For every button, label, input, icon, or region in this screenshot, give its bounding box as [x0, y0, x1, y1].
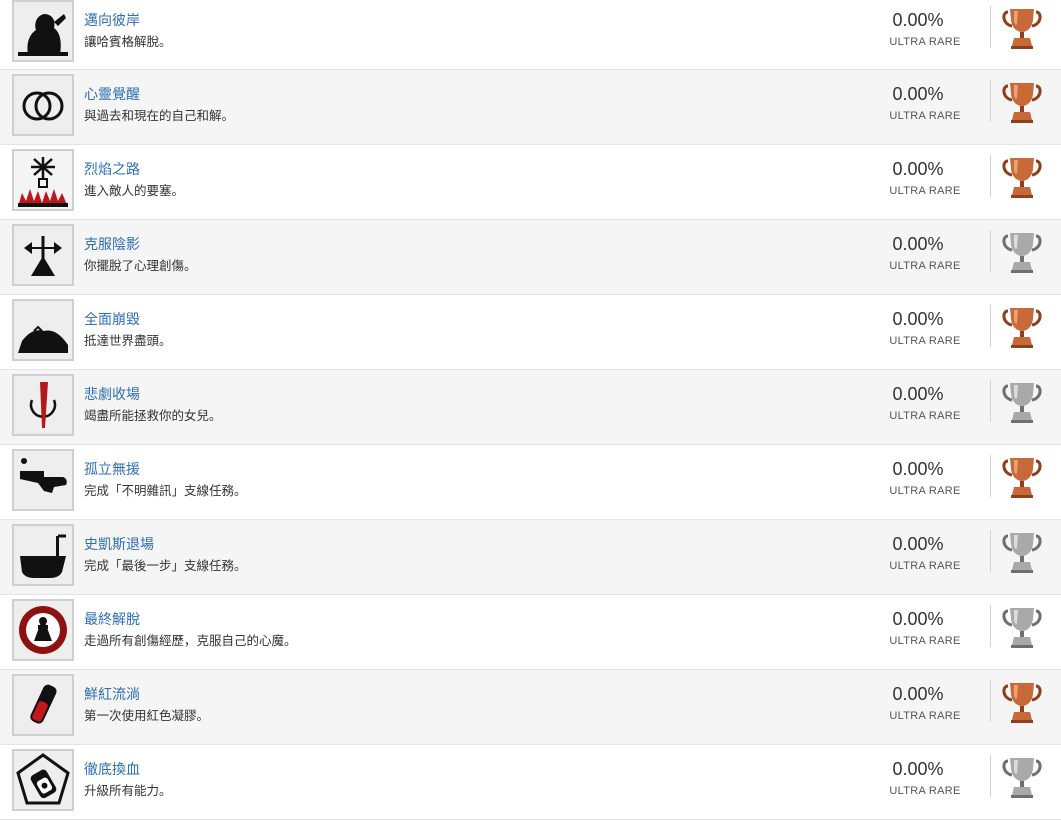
earned-percentage: 0.00%: [892, 459, 944, 479]
earned-percentage: 0.00%: [892, 609, 944, 629]
trophy-row: 鮮紅流淌第一次使用紅色凝膠。 0.00% ULTRA RARE: [0, 670, 1061, 745]
trophy-title-link[interactable]: 悲劇收場: [84, 384, 140, 404]
bronze-trophy-icon: [1002, 6, 1042, 50]
trophy-list: 邁向彼岸 讓哈賓格解脫。 0.00% ULTRA RARE 心靈覺醒 與過去和現在的自己和…: [0, 0, 1061, 820]
bathtub-icon: [12, 524, 74, 586]
silver-trophy-icon: [1002, 605, 1042, 649]
divider: [990, 755, 991, 797]
silhouette-icon: [12, 0, 74, 62]
pentagon-vial-icon: [12, 749, 74, 811]
trophy-title-link[interactable]: 史凱斯退場: [84, 534, 154, 554]
earned-percentage: 0.00%: [892, 309, 944, 329]
wire-pole-icon: [12, 224, 74, 286]
divider: [990, 380, 991, 422]
trophy-title-link[interactable]: 烈焰之路: [84, 159, 140, 179]
bronze-trophy-icon: [1002, 155, 1042, 199]
hill-icon: [12, 299, 74, 361]
earned-percentage: 0.00%: [892, 759, 944, 779]
earned-percentage: 0.00%: [892, 384, 944, 404]
earned-percentage: 0.00%: [892, 234, 944, 254]
trophy-description: 升級所有能力。: [84, 783, 172, 798]
trophy-row: 心靈覺醒與過去和現在的自己和解。 0.00% ULTRA RARE: [0, 70, 1061, 145]
red-emblem-icon: [12, 599, 74, 661]
trophy-row: 孤立無援完成「不明雜訊」支線任務。 0.00% ULTRA RARE: [0, 445, 1061, 520]
trophy-title-link[interactable]: 孤立無援: [84, 459, 140, 479]
divider: [990, 455, 991, 497]
trophy-title-link[interactable]: 心靈覺醒: [84, 84, 140, 104]
divider: [990, 605, 991, 647]
rarity-label: ULTRA RARE: [889, 785, 961, 797]
divider: [990, 530, 991, 572]
divider: [990, 80, 991, 122]
earned-percentage: 0.00%: [892, 534, 944, 554]
trophy-description: 完成「不明雜訊」支線任務。: [84, 483, 247, 498]
rarity-label: ULTRA RARE: [889, 110, 961, 122]
trophy-description: 進入敵人的要塞。: [84, 183, 185, 198]
flame-tree-icon: [12, 149, 74, 211]
silver-trophy-icon: [1002, 230, 1042, 274]
bronze-trophy-icon: [1002, 80, 1042, 124]
divider: [990, 680, 991, 722]
trophy-row: 史凱斯退場完成「最後一步」支線任務。 0.00% ULTRA RARE: [0, 520, 1061, 595]
trophy-row: 全面崩毀抵達世界盡頭。 0.00% ULTRA RARE: [0, 295, 1061, 370]
red-gel-vial-icon: [12, 674, 74, 736]
trophy-row: 最終解脫走過所有創傷經歷，克服自己的心魔。 0.00% ULTRA RARE: [0, 595, 1061, 670]
divider: [990, 230, 991, 272]
silver-trophy-icon: [1002, 755, 1042, 799]
trophy-title-link[interactable]: 鮮紅流淌: [84, 684, 140, 704]
bronze-trophy-icon: [1002, 455, 1042, 499]
rarity-label: ULTRA RARE: [889, 710, 961, 722]
trophy-row: 邁向彼岸讓哈賓格解脫。 0.00% ULTRA RARE: [0, 0, 1061, 70]
divider: [990, 6, 991, 48]
bronze-trophy-icon: [1002, 680, 1042, 724]
trophy-description: 完成「最後一步」支線任務。: [84, 558, 247, 573]
trophy-row: 克服陰影你擺脫了心理創傷。 0.00% ULTRA RARE: [0, 220, 1061, 295]
trophy-description: 你擺脫了心理創傷。: [84, 258, 197, 273]
trophy-description: 竭盡所能拯救你的女兒。: [84, 408, 222, 423]
earned-percentage: 0.00%: [892, 84, 944, 104]
earned-percentage: 0.00%: [892, 159, 944, 179]
trophy-description: 第一次使用紅色凝膠。: [84, 708, 210, 723]
trophy-description: 走過所有創傷經歷，克服自己的心魔。: [84, 633, 297, 648]
silver-trophy-icon: [1002, 530, 1042, 574]
rarity-label: ULTRA RARE: [889, 560, 961, 572]
bronze-trophy-icon: [1002, 305, 1042, 349]
trophy-row: 徹底換血升級所有能力。 0.00% ULTRA RARE: [0, 745, 1061, 820]
trophy-title-link[interactable]: 克服陰影: [84, 234, 140, 254]
rarity-label: ULTRA RARE: [889, 185, 961, 197]
trophy-description: 與過去和現在的自己和解。: [84, 108, 235, 123]
trophy-row: 烈焰之路進入敵人的要塞。 0.00% ULTRA RARE: [0, 145, 1061, 220]
divider: [990, 305, 991, 347]
rings-icon: [12, 74, 74, 136]
rarity-label: ULTRA RARE: [889, 635, 961, 647]
earned-percentage: 0.00%: [892, 684, 944, 704]
trophy-title-link[interactable]: 最終解脫: [84, 609, 140, 629]
trophy-row: 悲劇收場竭盡所能拯救你的女兒。 0.00% ULTRA RARE: [0, 370, 1061, 445]
blade-icon: [12, 374, 74, 436]
trophy-description: 抵達世界盡頭。: [84, 333, 172, 348]
rarity-label: ULTRA RARE: [889, 260, 961, 272]
rarity-label: ULTRA RARE: [889, 335, 961, 347]
trophy-title-link[interactable]: 全面崩毀: [84, 309, 140, 329]
rarity-label: ULTRA RARE: [889, 410, 961, 422]
trophy-title-link[interactable]: 邁向彼岸: [84, 10, 140, 30]
hand-gun-icon: [12, 449, 74, 511]
trophy-title-link[interactable]: 徹底換血: [84, 759, 140, 779]
silver-trophy-icon: [1002, 380, 1042, 424]
earned-percentage: 0.00%: [892, 10, 944, 30]
trophy-description: 讓哈賓格解脫。: [84, 34, 172, 49]
rarity-label: ULTRA RARE: [889, 36, 961, 48]
rarity-label: ULTRA RARE: [889, 485, 961, 497]
divider: [990, 155, 991, 197]
